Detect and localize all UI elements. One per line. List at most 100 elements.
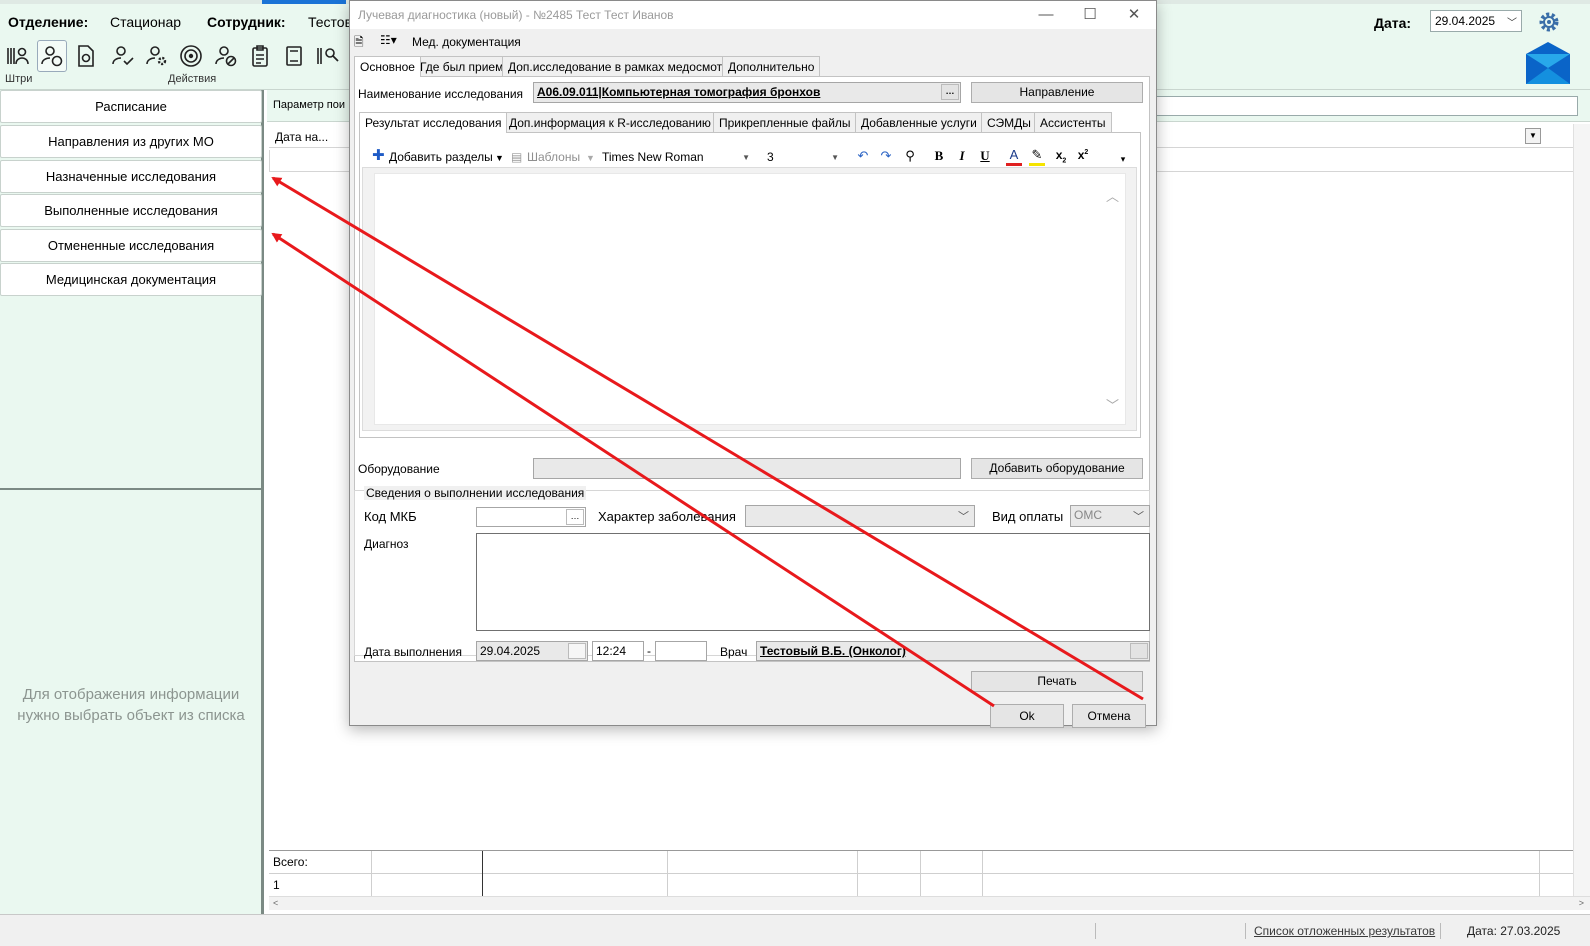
clipboard-icon[interactable] — [245, 40, 275, 72]
add-sections-button[interactable]: Добавить разделы — [389, 150, 493, 164]
font-size-select[interactable]: 3 ▼ — [763, 147, 845, 167]
plus-icon[interactable]: ✚ — [372, 146, 385, 164]
cancel-button[interactable]: Отмена — [1072, 704, 1146, 728]
tab-additional[interactable]: Дополнительно — [722, 56, 821, 76]
tab-visit-place[interactable]: Где был прием — [414, 56, 510, 76]
mail-icon[interactable] — [1524, 40, 1572, 86]
structure-menu-icon[interactable]: ☷▾ — [380, 33, 397, 47]
calendar-icon[interactable] — [568, 643, 586, 659]
payment-type-select[interactable]: ОМС ﹀ — [1070, 505, 1150, 527]
chevron-down-icon[interactable]: ▼ — [495, 153, 504, 163]
deferred-results-link[interactable]: Список отложенных результатов — [1254, 924, 1435, 938]
sidebar-item-external-referrals[interactable]: Направления из других МО — [0, 125, 262, 158]
tab-r-info[interactable]: Доп.информация к R-исследованию — [503, 112, 717, 132]
chevron-down-icon: ﹀ — [1507, 18, 1517, 29]
scroll-left-icon[interactable]: < — [273, 898, 278, 908]
sidebar-item-assigned-studies[interactable]: Назначенные исследования — [0, 160, 262, 193]
minimize-icon[interactable]: — — [1024, 1, 1068, 29]
person-sync-icon[interactable] — [37, 40, 67, 72]
tab-assistants[interactable]: Ассистенты — [1034, 112, 1112, 132]
scroll-up-icon[interactable]: ︿ — [1106, 186, 1119, 205]
chevron-down-icon[interactable]: ▼ — [586, 153, 595, 163]
tab-attached-files[interactable]: Прикрепленные файлы — [713, 112, 857, 132]
sidebar-item-schedule[interactable]: Расписание — [0, 90, 262, 123]
mkb-field[interactable]: … — [476, 507, 586, 527]
study-name-label: Наименование исследования — [358, 87, 524, 101]
execution-time-field[interactable]: 12:24 — [592, 641, 644, 661]
result-editor[interactable]: ︿ ﹀ — [374, 173, 1126, 425]
ok-button[interactable]: Ok — [990, 704, 1064, 728]
sidebar-item-cancelled-studies[interactable]: Отмененные исследования — [0, 229, 262, 262]
scroll-right-icon[interactable]: > — [1579, 898, 1584, 908]
execution-date-value: 29.04.2025 — [480, 644, 541, 658]
study-name-field[interactable]: A06.09.011|Компьютерная томография бронх… — [533, 82, 961, 103]
horizontal-scrollbar[interactable]: < > — [269, 896, 1590, 910]
add-equipment-button[interactable]: Добавить оборудование — [971, 458, 1143, 479]
sidebar-hint-line2: нужно выбрать объект из списка — [17, 707, 245, 724]
search-input[interactable] — [1142, 96, 1578, 116]
undo-icon[interactable]: ↶ — [855, 148, 871, 164]
font-color-icon[interactable]: A — [1006, 148, 1022, 166]
header-date-picker[interactable]: 29.04.2025 ﹀ — [1430, 10, 1522, 32]
department-value[interactable]: Стационар — [110, 14, 181, 30]
person-settings-icon[interactable] — [142, 40, 172, 72]
font-family-select[interactable]: Times New Roman ▼ — [598, 147, 756, 167]
sidebar-item-medical-docs[interactable]: Медицинская документация — [0, 263, 262, 296]
sidebar-item-completed-studies[interactable]: Выполненные исследования — [0, 194, 262, 227]
subscript-icon[interactable]: x2 — [1053, 148, 1069, 164]
overflow-menu-icon[interactable]: ▾ — [1115, 154, 1131, 165]
vertical-scrollbar[interactable] — [1573, 124, 1590, 910]
person-check-icon[interactable] — [108, 40, 138, 72]
tab-semd[interactable]: СЭМДы — [981, 112, 1037, 132]
underline-icon[interactable]: U — [977, 148, 993, 164]
employee-value[interactable]: Тестов — [308, 14, 352, 30]
doctor-label: Врач — [720, 645, 748, 659]
dialog-title: Лучевая диагностика (новый) - №2485 Тест… — [358, 8, 674, 22]
execution-time-end-field[interactable] — [655, 641, 707, 661]
templates-button[interactable]: Шаблоны — [527, 150, 580, 164]
mkb-lookup-button[interactable]: … — [566, 509, 584, 525]
chevron-down-icon: ﹀ — [1133, 511, 1144, 523]
active-tab-strip — [262, 0, 346, 4]
tab-extra-exam[interactable]: Доп.исследование в рамках медосмотра — [502, 56, 742, 76]
print-button[interactable]: Печать — [971, 671, 1143, 692]
person-cancel-icon[interactable] — [211, 40, 241, 72]
maximize-icon[interactable]: ☐ — [1068, 1, 1112, 29]
disease-character-select[interactable]: ﹀ — [745, 505, 975, 527]
equipment-field[interactable] — [533, 458, 961, 479]
barcode-person-icon[interactable] — [3, 40, 33, 72]
italic-icon[interactable]: I — [954, 148, 970, 164]
target-icon[interactable] — [176, 40, 206, 72]
status-divider — [1245, 923, 1246, 939]
book-icon[interactable] — [279, 40, 309, 72]
tab-study-result[interactable]: Результат исследования — [359, 112, 508, 133]
redo-icon[interactable]: ↷ — [878, 148, 894, 164]
execution-date-field[interactable]: 29.04.2025 — [476, 641, 588, 661]
gear-icon[interactable] — [1537, 10, 1561, 34]
tab-main[interactable]: Основное — [354, 56, 421, 77]
font-family-value: Times New Roman — [602, 150, 704, 164]
superscript-icon[interactable]: x2 — [1075, 148, 1091, 162]
person-search-icon[interactable] — [313, 40, 343, 72]
highlight-icon[interactable]: ✎ — [1029, 148, 1045, 166]
font-size-value: 3 — [767, 150, 774, 164]
column-chooser-icon[interactable]: ▼ — [1525, 128, 1541, 144]
dialog-top-tabs: Основное Где был прием Доп.исследование … — [354, 56, 1150, 77]
close-icon[interactable]: ✕ — [1112, 1, 1156, 29]
sidebar-empty-hint: Для отображения информации нужно выбрать… — [0, 684, 262, 726]
doctor-lookup-button[interactable] — [1130, 643, 1148, 659]
chevron-down-icon: ﹀ — [958, 511, 969, 523]
diagnosis-textarea[interactable] — [476, 533, 1150, 631]
find-icon[interactable]: ⚲ — [902, 148, 918, 164]
column-header-date[interactable]: Дата на... — [275, 130, 328, 144]
totals-count: 1 — [273, 878, 280, 892]
study-lookup-button[interactable]: … — [941, 84, 959, 100]
direction-button[interactable]: Направление — [971, 82, 1143, 103]
tab-added-services[interactable]: Добавленные услуги — [855, 112, 983, 132]
med-docs-button[interactable]: Мед. документация — [412, 35, 521, 49]
bold-icon[interactable]: B — [931, 148, 947, 164]
scroll-down-icon[interactable]: ﹀ — [1106, 395, 1119, 414]
document-sync-icon[interactable] — [71, 40, 101, 72]
sidebar-hint-line1: Для отображения информации — [22, 686, 240, 703]
doctor-field[interactable]: Тестовый В.Б. (Онколог) — [756, 641, 1150, 661]
